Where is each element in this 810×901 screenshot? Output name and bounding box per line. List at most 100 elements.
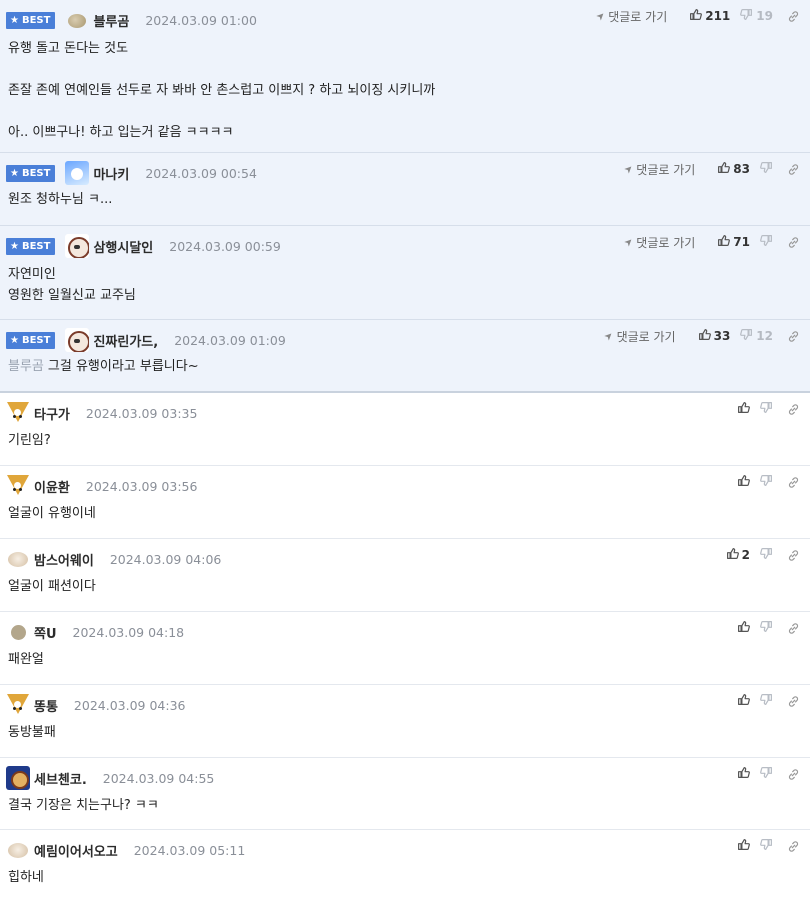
nickname[interactable]: 밤스어웨이 [34, 550, 94, 569]
avatar[interactable] [6, 838, 30, 862]
reply-mention[interactable]: 블루곰 [8, 359, 44, 374]
avatar[interactable] [6, 547, 30, 571]
comment-date: 2024.03.09 04:06 [109, 551, 222, 567]
downvote-button[interactable] [760, 693, 773, 709]
comment-header: 쪽U 2024.03.09 04:18 [6, 621, 184, 643]
link-icon[interactable] [787, 768, 800, 781]
downvote-button[interactable]: 19 [740, 8, 773, 24]
downvote-button[interactable]: 12 [740, 328, 773, 344]
avatar[interactable] [6, 401, 30, 425]
nickname[interactable]: 타구가 [34, 404, 70, 423]
downvote-button[interactable] [760, 547, 773, 563]
nickname[interactable]: 마나키 [93, 164, 129, 183]
nickname[interactable]: 똥통 [34, 696, 58, 715]
upvote-button[interactable]: 71 [717, 234, 750, 250]
nickname[interactable]: 이윤환 [34, 477, 70, 496]
link-icon[interactable] [787, 236, 800, 249]
comment-line: 존잘 존예 연예인들 선두로 자 봐바 안 촌스럽고 이쁘지 ? 하고 뇌이징 … [8, 83, 436, 98]
go-to-comment-link[interactable]: ➤ 댓글로 가기 [622, 234, 695, 251]
thumbs-down-icon [760, 234, 773, 250]
comment-body: 원조 청하누님 ㅋ... [8, 189, 112, 210]
comment-line: 영원한 일월신교 교주님 [8, 288, 136, 303]
send-arrow-icon: ➤ [622, 235, 636, 249]
comment: 똥통 2024.03.09 04:36 동방불패 [0, 685, 810, 758]
upvote-button[interactable] [737, 766, 750, 782]
star-icon: ★ [10, 14, 19, 26]
downvote-button[interactable] [760, 401, 773, 417]
thumbs-up-icon [717, 161, 731, 177]
avatar[interactable] [65, 328, 90, 352]
nickname[interactable]: 쪽U [34, 623, 57, 642]
nickname[interactable]: 블루곰 [93, 11, 129, 30]
thumbs-up-icon [698, 328, 711, 344]
avatar[interactable] [6, 620, 30, 644]
best-comment: ★ BEST 마나키 2024.03.09 00:54 원조 청하누님 ㅋ... ➤ 댓글로… [0, 153, 810, 226]
comment-header: ★ BEST 삼행시달인 2024.03.09 00:59 [6, 234, 281, 258]
go-to-comment-link[interactable]: ➤ 댓글로 가기 [594, 8, 667, 25]
comment-header: ★ BEST 블루곰 2024.03.09 01:00 [6, 9, 257, 31]
downvote-button[interactable] [760, 161, 773, 177]
comment-date: 2024.03.09 01:09 [174, 332, 286, 348]
downvote-button[interactable] [760, 620, 773, 636]
avatar[interactable] [65, 234, 90, 258]
link-icon[interactable] [787, 695, 800, 708]
avatar[interactable] [6, 766, 30, 790]
best-badge: ★ BEST [6, 11, 56, 29]
comment: 예림이어서오고 2024.03.09 05:11 힙하네 [0, 830, 810, 901]
comment-actions: ➤ 댓글로 가기 71 [622, 232, 800, 252]
star-icon: ★ [10, 240, 19, 252]
upvote-button[interactable]: 2 [726, 547, 750, 563]
comment-header: ★ BEST 진짜린가드, 2024.03.09 01:09 [6, 328, 286, 352]
nickname[interactable]: 진짜린가드, [93, 331, 158, 350]
send-arrow-icon: ➤ [594, 9, 608, 23]
upvote-button[interactable] [737, 693, 750, 709]
downvote-button[interactable] [760, 766, 773, 782]
link-icon[interactable] [787, 10, 800, 23]
best-comment: ★ BEST 진짜린가드, 2024.03.09 01:09 블루곰 그걸 유행이라고 부… [0, 320, 810, 393]
comment-date: 2024.03.09 03:56 [85, 478, 198, 494]
comment-body: 얼굴이 패션이다 [8, 576, 96, 597]
downvote-count: 19 [756, 9, 773, 23]
avatar[interactable] [6, 474, 30, 498]
upvote-button[interactable] [737, 474, 750, 490]
comment: 이윤환 2024.03.09 03:56 얼굴이 유행이네 [0, 466, 810, 539]
upvote-button[interactable] [737, 838, 750, 854]
downvote-button[interactable] [760, 838, 773, 854]
downvote-button[interactable] [760, 474, 773, 490]
avatar[interactable] [65, 8, 89, 32]
comment-header: 타구가 2024.03.09 03:35 [6, 401, 197, 425]
nickname[interactable]: 삼행시달인 [93, 237, 153, 256]
nickname[interactable]: 세브첸코. [34, 769, 87, 788]
link-icon[interactable] [787, 403, 800, 416]
thumbs-up-icon [689, 8, 703, 24]
comment-actions [727, 764, 800, 784]
thumbs-up-icon [737, 620, 750, 636]
avatar[interactable] [65, 161, 90, 185]
thumbs-down-icon [760, 401, 773, 417]
upvote-button[interactable]: 33 [698, 328, 730, 344]
upvote-button[interactable]: 83 [717, 161, 750, 177]
nickname[interactable]: 예림이어서오고 [34, 841, 118, 860]
link-icon[interactable] [787, 840, 800, 853]
thumbs-up-icon [737, 766, 750, 782]
upvote-button[interactable] [737, 620, 750, 636]
link-icon[interactable] [787, 330, 800, 343]
link-icon[interactable] [787, 549, 800, 562]
link-icon[interactable] [787, 622, 800, 635]
best-badge-label: BEST [21, 240, 51, 252]
link-icon[interactable] [787, 163, 800, 176]
upvote-button[interactable]: 211 [689, 8, 730, 24]
comment: 세브첸코. 2024.03.09 04:55 결국 기장은 치는구나? ㅋㅋ [0, 758, 810, 830]
comment-actions: ➤ 댓글로 가기 83 [622, 159, 800, 179]
go-to-comment-link[interactable]: ➤ 댓글로 가기 [603, 328, 676, 345]
upvote-button[interactable] [737, 401, 750, 417]
link-icon[interactable] [787, 476, 800, 489]
thumbs-up-icon [737, 474, 750, 490]
comment-header: 세브첸코. 2024.03.09 04:55 [6, 766, 214, 790]
downvote-button[interactable] [760, 234, 773, 250]
avatar[interactable] [6, 693, 30, 717]
comment-line: 기린임? [8, 433, 51, 448]
go-to-comment-link[interactable]: ➤ 댓글로 가기 [622, 161, 695, 178]
comment-header: 이윤환 2024.03.09 03:56 [6, 474, 198, 498]
comment-text: 그걸 유행이라고 부릅니다~ [47, 359, 199, 374]
